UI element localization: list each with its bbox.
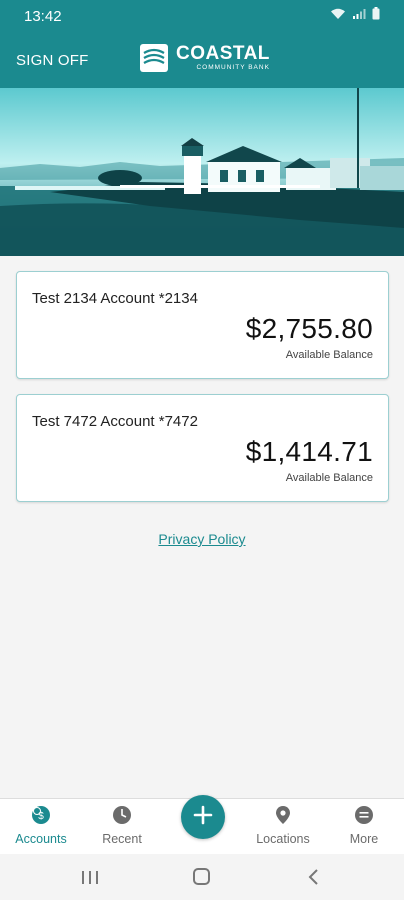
nav-more[interactable]: More [324,799,404,855]
logo-mark-icon [140,44,168,72]
nav-label: More [349,832,379,846]
balance-label: Available Balance [285,349,373,361]
nav-label: Recent [102,832,142,846]
privacy-policy-row: Privacy Policy [0,531,404,547]
logo-subtitle: COMMUNITY BANK [196,64,270,72]
status-time: 13:42 [24,7,62,25]
home-icon[interactable] [190,866,214,888]
dollar-circle-icon: $ [31,805,51,825]
add-button[interactable] [181,795,225,839]
system-nav-bar [0,854,404,900]
status-icons [330,7,380,25]
bank-logo: COASTAL COMMUNITY BANK [140,44,270,72]
svg-text:$: $ [38,811,44,822]
nav-label: Accounts [15,832,67,846]
privacy-policy-link[interactable]: Privacy Policy [158,531,245,547]
map-pin-icon [273,805,293,825]
account-card[interactable]: Test 2134 Account *2134 $2,755.80 Availa… [16,271,389,379]
wifi-icon [330,7,346,25]
account-name: Test 2134 Account *2134 [32,290,198,307]
logo-text: COASTAL COMMUNITY BANK [176,44,270,72]
status-bar: 13:42 [0,0,404,32]
battery-icon [372,7,380,25]
bottom-nav: $ Accounts Recent Locations More [0,795,404,855]
sign-off-button[interactable]: SIGN OFF [16,52,88,69]
account-balance: $2,755.80 [245,313,373,344]
back-icon[interactable] [302,866,326,888]
logo-name: COASTAL [176,43,270,65]
nav-label: Locations [256,832,310,846]
nav-accounts[interactable]: $ Accounts [1,799,81,855]
recent-apps-icon[interactable] [78,866,102,888]
nav-recent[interactable]: Recent [82,799,162,855]
app-header: SIGN OFF COASTAL COMMUNITY BANK [0,32,404,88]
hero-image [0,88,404,256]
clock-icon [112,805,132,825]
account-name: Test 7472 Account *7472 [32,413,198,430]
account-balance: $1,414.71 [245,436,373,467]
account-card[interactable]: Test 7472 Account *7472 $1,414.71 Availa… [16,394,389,502]
nav-locations[interactable]: Locations [243,799,323,855]
balance-label: Available Balance [285,472,373,484]
plus-icon [193,805,213,830]
menu-circle-icon [354,805,374,825]
signal-icon [352,7,366,25]
